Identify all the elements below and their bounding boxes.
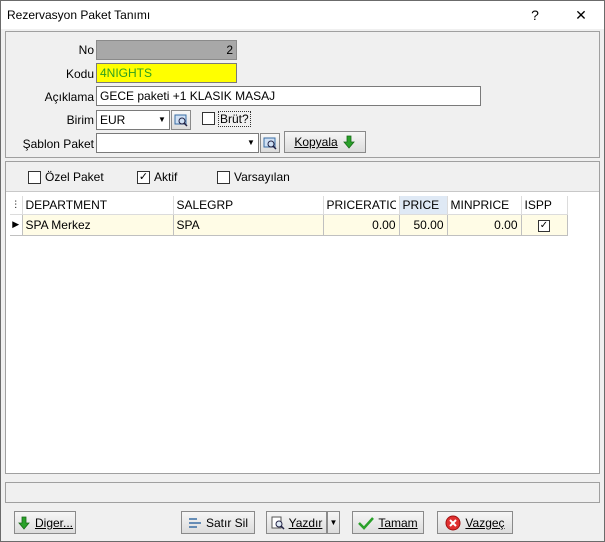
kopyala-label: Kopyala: [294, 135, 338, 149]
cell-department[interactable]: SPA Merkez: [22, 214, 174, 236]
birim-dropdown-icon[interactable]: ▼: [155, 111, 169, 129]
sablon-select[interactable]: [96, 133, 259, 153]
status-bar: [5, 482, 600, 503]
diger-label: Diger...: [34, 515, 73, 530]
varsayilan-checkbox[interactable]: [217, 170, 230, 184]
col-price[interactable]: PRICE: [399, 196, 448, 215]
arrow-down-icon: [18, 516, 30, 530]
sablon-dropdown-icon[interactable]: ▼: [244, 134, 258, 152]
col-priceratio[interactable]: PRICERATIO: [323, 196, 400, 215]
birim-label: Birim: [66, 113, 94, 127]
kodu-label: Kodu: [65, 67, 94, 81]
birim-lookup-button[interactable]: [171, 110, 191, 130]
print-preview-icon: [271, 516, 285, 530]
varsayilan-option[interactable]: Varsayılan: [217, 170, 290, 184]
arrow-down-icon: [342, 135, 355, 149]
cell-minprice[interactable]: 0.00: [447, 214, 522, 236]
aktif-label: Aktif: [154, 170, 178, 184]
lookup-icon: [263, 137, 277, 150]
cell-price[interactable]: 50.00: [399, 214, 448, 236]
grid-panel: Özel Paket ✓ Aktif Varsayılan ⋮ DEPARTME…: [5, 161, 600, 474]
options-row: Özel Paket ✓ Aktif Varsayılan: [6, 162, 599, 192]
help-button[interactable]: ?: [513, 1, 557, 29]
cell-ispp[interactable]: ✓: [521, 214, 568, 236]
title-bar: Rezervasyon Paket Tanımı ? ✕: [1, 1, 604, 29]
col-department[interactable]: DEPARTMENT: [22, 196, 174, 215]
satir-sil-label: Satır Sil: [205, 515, 248, 530]
chevron-down-icon: ▼: [329, 518, 338, 527]
kopyala-button[interactable]: Kopyala: [284, 131, 366, 153]
yazdir-label: Yazdır: [288, 515, 323, 530]
no-label: No: [78, 43, 94, 57]
col-salegrp[interactable]: SALEGRP: [173, 196, 324, 215]
col-ispp[interactable]: ISPP: [521, 196, 568, 215]
table-row[interactable]: ▶ SPA Merkez SPA 0.00 50.00 0.00 ✓: [10, 214, 568, 236]
diger-button[interactable]: Diger...: [14, 511, 76, 534]
kodu-field[interactable]: 4NIGHTS: [96, 63, 237, 83]
grid-indicator-header[interactable]: ⋮: [10, 196, 23, 215]
dialog-window: Rezervasyon Paket Tanımı ? ✕ No 2 Kodu 4…: [0, 0, 605, 542]
birim-value: EUR: [100, 113, 126, 127]
col-priceratio-label: PRICERATIO: [326, 197, 396, 212]
delete-row-icon: [188, 517, 201, 528]
yazdir-button[interactable]: Yazdır: [266, 511, 327, 534]
col-minprice[interactable]: MINPRICE: [447, 196, 522, 215]
close-button[interactable]: ✕: [559, 1, 603, 29]
ozel-paket-checkbox[interactable]: [28, 170, 41, 184]
yazdir-dropdown-button[interactable]: ▼: [327, 511, 340, 534]
sablon-lookup-button[interactable]: [260, 133, 280, 153]
aktif-option[interactable]: ✓ Aktif: [137, 170, 177, 184]
form-panel: No 2 Kodu 4NIGHTS Açıklama GECE paketi +…: [5, 31, 600, 158]
varsayilan-label: Varsayılan: [234, 170, 290, 184]
aciklama-field[interactable]: GECE paketi +1 KLASIK MASAJ: [96, 86, 481, 106]
window-title: Rezervasyon Paket Tanımı: [7, 8, 151, 22]
vazgec-button[interactable]: Vazgeç: [437, 511, 513, 534]
ozel-paket-label: Özel Paket: [45, 170, 104, 184]
row-indicator-icon: ▶: [10, 214, 23, 236]
tamam-label: Tamam: [378, 515, 418, 530]
ispp-checkbox[interactable]: ✓: [538, 220, 550, 232]
ozel-paket-option[interactable]: Özel Paket: [28, 170, 104, 184]
aciklama-label: Açıklama: [44, 90, 94, 104]
sablon-label: Şablon Paket: [22, 137, 94, 151]
tamam-button[interactable]: Tamam: [352, 511, 424, 534]
cell-salegrp[interactable]: SPA: [173, 214, 324, 236]
cancel-icon: [445, 515, 461, 530]
brut-label: Brüt?: [218, 111, 251, 127]
checkmark-icon: [358, 516, 375, 530]
vazgec-label: Vazgeç: [465, 515, 505, 530]
satir-sil-button[interactable]: Satır Sil: [181, 511, 255, 534]
cell-priceratio[interactable]: 0.00: [323, 214, 400, 236]
package-grid: ⋮ DEPARTMENT SALEGRP PRICERATIO PRICE MI…: [10, 196, 568, 236]
aktif-checkbox[interactable]: ✓: [137, 170, 150, 184]
no-field: 2: [96, 40, 237, 60]
brut-checkbox[interactable]: [202, 112, 215, 125]
lookup-icon: [174, 114, 188, 127]
